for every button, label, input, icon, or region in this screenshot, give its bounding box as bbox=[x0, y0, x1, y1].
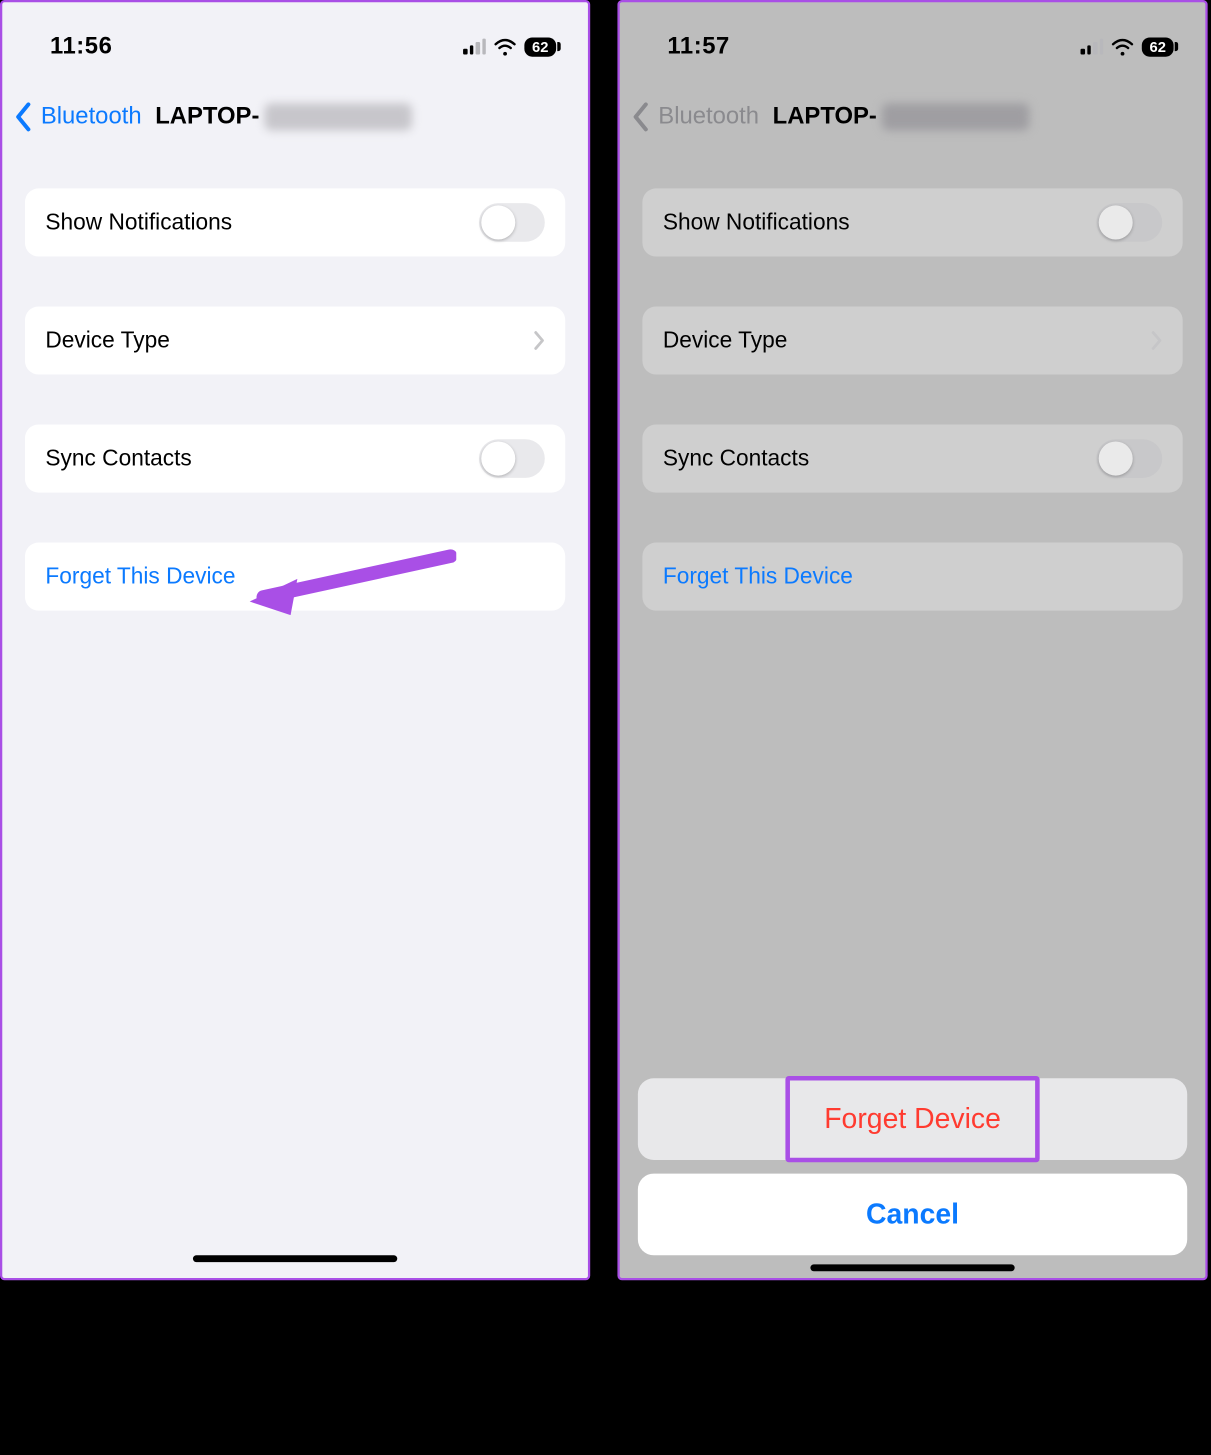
home-indicator[interactable] bbox=[193, 1255, 397, 1262]
forget-label: Forget This Device bbox=[45, 564, 235, 590]
row-label: Device Type bbox=[45, 327, 169, 353]
row-label: Device Type bbox=[663, 327, 787, 353]
battery-indicator: 62 bbox=[524, 37, 556, 56]
phone-left: 11:56 62 Bluetooth LAPTOP- Show Notifica… bbox=[0, 0, 590, 1280]
phone-right: 11:57 62 Bluetooth LAPTOP- Show Notifica… bbox=[617, 0, 1207, 1280]
page-title: LAPTOP- bbox=[773, 103, 1029, 130]
row-label: Sync Contacts bbox=[45, 445, 191, 471]
screenshot-pair: 11:56 62 Bluetooth LAPTOP- Show Notifica… bbox=[0, 0, 1211, 1283]
forget-label: Forget This Device bbox=[663, 564, 853, 590]
sheet-forget-button[interactable]: Forget Device bbox=[638, 1078, 1187, 1160]
title-redacted bbox=[881, 103, 1029, 130]
row-show-notifications: Show Notifications bbox=[642, 188, 1182, 256]
status-bar: 11:56 62 bbox=[2, 2, 588, 70]
cellular-signal-icon bbox=[463, 39, 486, 55]
toggle-sync-contacts[interactable] bbox=[479, 439, 545, 478]
action-sheet: Forget Device Cancel bbox=[638, 1065, 1187, 1256]
status-bar: 11:57 62 bbox=[620, 2, 1206, 70]
row-device-type: Device Type bbox=[642, 306, 1182, 374]
back-button: Bluetooth bbox=[658, 103, 759, 130]
status-time: 11:57 bbox=[667, 33, 729, 60]
row-label: Show Notifications bbox=[663, 209, 850, 235]
row-sync-contacts: Sync Contacts bbox=[642, 424, 1182, 492]
toggle-show-notifications[interactable] bbox=[479, 203, 545, 242]
home-indicator[interactable] bbox=[810, 1264, 1014, 1271]
status-icons: 62 bbox=[1081, 37, 1174, 56]
row-label: Show Notifications bbox=[45, 209, 232, 235]
settings-list: Show Notifications Device Type Sync Cont… bbox=[620, 150, 1206, 611]
annotation-highlight bbox=[785, 1076, 1039, 1162]
title-prefix: LAPTOP- bbox=[155, 103, 259, 130]
row-show-notifications[interactable]: Show Notifications bbox=[25, 188, 565, 256]
nav-header: Bluetooth LAPTOP- bbox=[620, 70, 1206, 149]
row-label: Sync Contacts bbox=[663, 445, 809, 471]
cellular-signal-icon bbox=[1081, 39, 1104, 55]
chevron-right-icon bbox=[533, 330, 544, 350]
title-redacted bbox=[264, 103, 412, 130]
wifi-icon bbox=[494, 38, 517, 55]
sheet-cancel-button[interactable]: Cancel bbox=[638, 1174, 1187, 1256]
row-sync-contacts[interactable]: Sync Contacts bbox=[25, 424, 565, 492]
nav-header: Bluetooth LAPTOP- bbox=[2, 70, 588, 149]
battery-indicator: 62 bbox=[1142, 37, 1174, 56]
sheet-cancel-label: Cancel bbox=[866, 1198, 959, 1231]
toggle-sync-contacts bbox=[1096, 439, 1162, 478]
row-forget-device[interactable]: Forget This Device bbox=[25, 543, 565, 611]
title-prefix: LAPTOP- bbox=[773, 103, 877, 130]
back-chevron-icon[interactable] bbox=[14, 101, 34, 133]
settings-list: Show Notifications Device Type Sync Cont… bbox=[2, 150, 588, 611]
toggle-show-notifications bbox=[1096, 203, 1162, 242]
chevron-right-icon bbox=[1151, 330, 1162, 350]
wifi-icon bbox=[1111, 38, 1134, 55]
back-chevron-icon bbox=[631, 101, 651, 133]
row-forget-device: Forget This Device bbox=[642, 543, 1182, 611]
status-time: 11:56 bbox=[50, 33, 112, 60]
divider bbox=[590, 0, 617, 1283]
page-title: LAPTOP- bbox=[155, 103, 411, 130]
row-device-type[interactable]: Device Type bbox=[25, 306, 565, 374]
status-icons: 62 bbox=[463, 37, 556, 56]
back-button[interactable]: Bluetooth bbox=[41, 103, 142, 130]
